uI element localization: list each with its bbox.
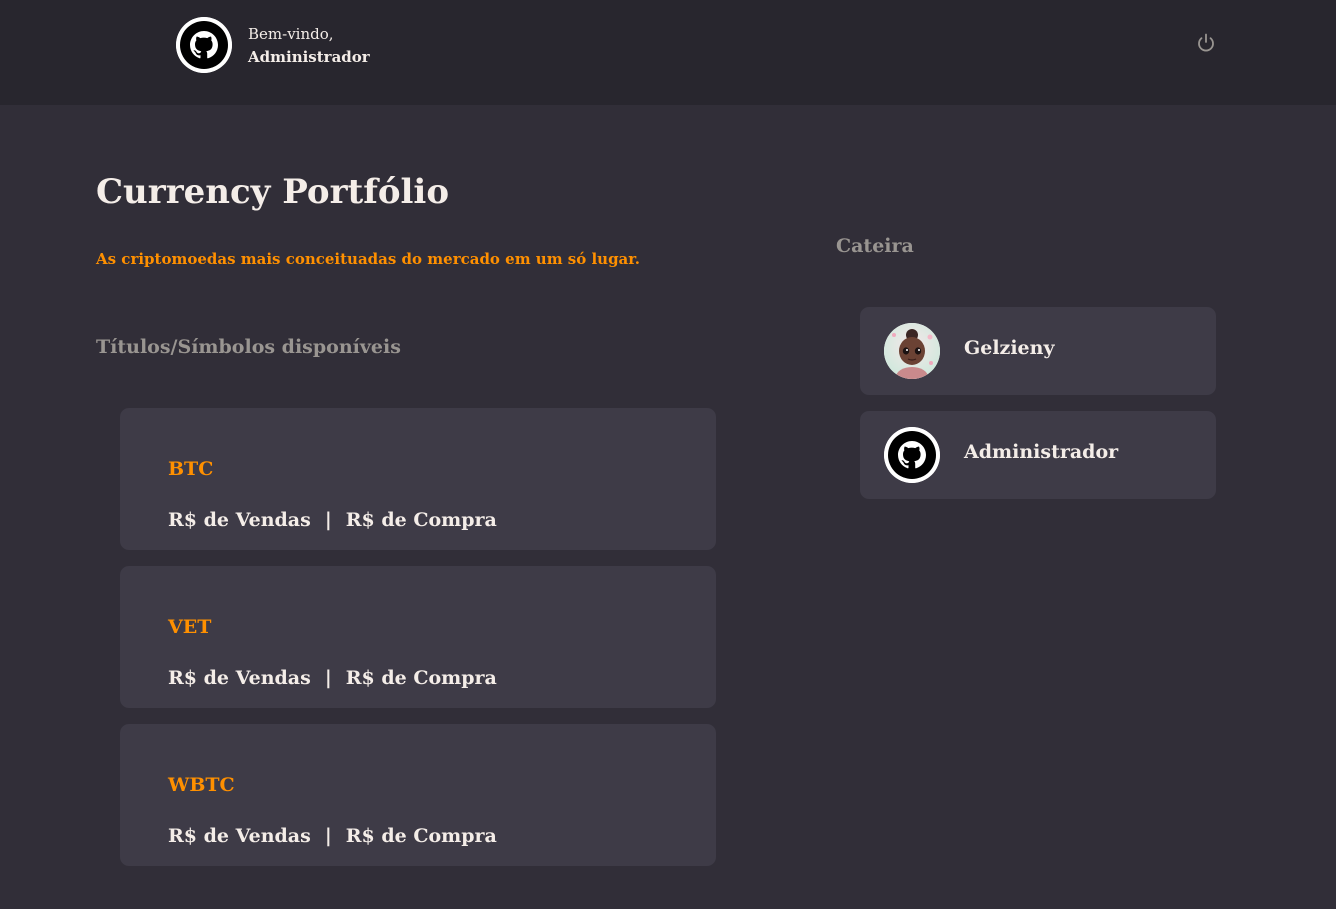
coin-prices: R$ de Vendas | R$ de Compra: [168, 825, 497, 847]
sell-price-label: R$ de Vendas: [168, 825, 311, 847]
price-separator: |: [324, 667, 332, 689]
coins-section-label: Títulos/Símbolos disponíveis: [96, 336, 401, 358]
welcome-text: Bem-vindo,: [248, 25, 334, 43]
github-icon[interactable]: [176, 17, 232, 73]
coin-list: BTC R$ de Vendas | R$ de Compra VET R$ de …: [120, 408, 716, 882]
coin-prices: R$ de Vendas | R$ de Compra: [168, 509, 497, 531]
github-icon: [884, 427, 940, 483]
buy-price-label: R$ de Compra: [345, 509, 497, 531]
wallet-list: Gelzieny Administrador: [860, 307, 1216, 515]
welcome-block: Bem-vindo, Administrador: [248, 23, 370, 69]
coin-card-btc[interactable]: BTC R$ de Vendas | R$ de Compra: [120, 408, 716, 550]
wallet-section-label: Cateira: [836, 235, 914, 257]
coin-card-wbtc[interactable]: WBTC R$ de Vendas | R$ de Compra: [120, 724, 716, 866]
coin-card-vet[interactable]: VET R$ de Vendas | R$ de Compra: [120, 566, 716, 708]
wallet-user-administrador[interactable]: Administrador: [860, 411, 1216, 499]
user-photo-avatar: [884, 323, 940, 379]
buy-price-label: R$ de Compra: [345, 825, 497, 847]
wallet-user-gelzieny[interactable]: Gelzieny: [860, 307, 1216, 395]
price-separator: |: [324, 509, 332, 531]
page-title: Currency Portfólio: [96, 172, 450, 212]
price-separator: |: [324, 825, 332, 847]
page-subtitle: As criptomoedas mais conceituadas do mer…: [96, 250, 641, 268]
coin-symbol: WBTC: [168, 774, 235, 796]
wallet-user-name: Gelzieny: [964, 337, 1055, 359]
coin-symbol: BTC: [168, 458, 214, 480]
power-icon[interactable]: [1195, 32, 1217, 54]
sell-price-label: R$ de Vendas: [168, 509, 311, 531]
coin-symbol: VET: [168, 616, 212, 638]
wallet-user-name: Administrador: [964, 441, 1119, 463]
user-name[interactable]: Administrador: [248, 46, 370, 69]
buy-price-label: R$ de Compra: [345, 667, 497, 689]
coin-prices: R$ de Vendas | R$ de Compra: [168, 667, 497, 689]
sell-price-label: R$ de Vendas: [168, 667, 311, 689]
top-bar: Bem-vindo, Administrador: [0, 0, 1336, 105]
